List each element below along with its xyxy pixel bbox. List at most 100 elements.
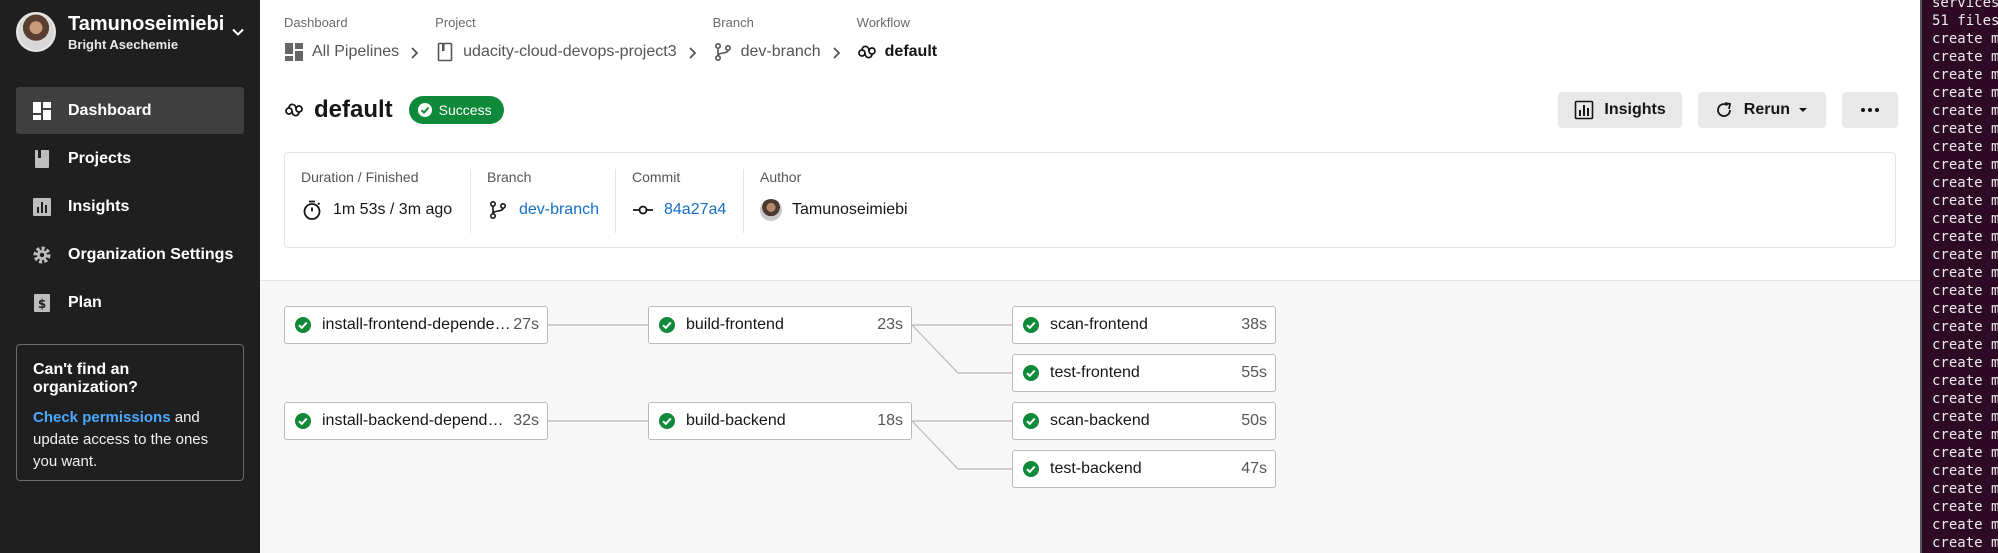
author-section: Author Tamunoseimiebi [744,169,944,233]
sidebar-item-label: Projects [68,149,132,167]
project-link[interactable]: udacity-cloud-devops-project3 [435,42,677,62]
sidebar: Tamunoseimiebi Bright Asechemie Dashboar… [0,0,260,553]
terminal-line: create m [1932,211,1998,227]
terminal-line: create m [1932,481,1998,497]
user-name: Tamunoseimiebi [68,12,225,35]
more-options-button[interactable] [1842,92,1898,128]
check-circle-icon [1023,413,1039,429]
terminal-line: create m [1932,355,1998,371]
branch-section: Branch dev-branch [471,169,616,233]
terminal-line: create m [1932,283,1998,299]
terminal-line: create m [1932,499,1998,515]
commit-section: Commit 84a27a4 [616,169,744,233]
terminal-line: create m [1932,265,1998,281]
job-scan-backend[interactable]: scan-backend 50s [1012,402,1276,440]
job-install-backend-dependencies[interactable]: install-backend-dependencies 32s [284,402,548,440]
status-badge: Success [408,96,504,124]
job-scan-frontend[interactable]: scan-frontend 38s [1012,306,1276,344]
dashboard-icon [32,101,52,121]
terminal-line: create m [1932,229,1998,245]
terminal-line: create m [1932,103,1998,119]
branch-link[interactable]: dev-branch [487,199,599,221]
workflow-info-card: Duration / Finished 1m 53s / 3m ago Bran… [284,152,1896,248]
user-subtitle: Bright Asechemie [68,36,179,52]
page-title: default [314,96,393,123]
sidebar-item-label: Insights [68,197,130,215]
check-permissions-link[interactable]: Check permissions [33,409,171,426]
sidebar-nav: Dashboard Projects Insights Organization… [16,87,244,327]
sidebar-item-label: Organization Settings [68,245,234,263]
terminal-line: create m [1932,139,1998,155]
sidebar-item-label: Dashboard [68,101,152,119]
terminal-line: create m [1932,445,1998,461]
check-circle-icon [417,103,432,117]
job-test-frontend[interactable]: test-frontend 55s [1012,354,1276,392]
sidebar-item-plan[interactable]: $ Plan [16,279,244,326]
sidebar-item-insights[interactable]: Insights [16,183,244,230]
plan-icon: $ [32,293,52,313]
terminal-line: create m [1932,193,1998,209]
sidebar-item-label: Plan [68,293,102,311]
terminal-line: create m [1932,337,1998,353]
chevron-right-icon [409,15,425,62]
workflow-icon [857,42,877,62]
terminal-line: create m [1932,175,1998,191]
check-circle-icon [1023,317,1039,333]
user-menu[interactable]: Tamunoseimiebi Bright Asechemie [16,12,248,52]
sidebar-item-organization-settings[interactable]: Organization Settings [16,231,244,278]
terminal-line: create m [1932,121,1998,137]
workflow-header: Dashboard All Pipelines Project udacity-… [260,0,1920,281]
help-text: Check permissions and update access to t… [33,409,209,470]
terminal-line: create m [1932,463,1998,479]
job-test-backend[interactable]: test-backend 47s [1012,450,1276,488]
chevron-right-icon [687,15,703,62]
terminal-line: create m [1932,31,1998,47]
all-pipelines-link[interactable]: All Pipelines [284,42,399,62]
rerun-icon [1716,102,1731,117]
job-build-backend[interactable]: build-backend 18s [648,402,912,440]
avatar [760,199,782,221]
workflow-link[interactable]: default [857,42,937,62]
terminal-line: create m [1932,85,1998,101]
terminal-line: services [1932,0,1998,11]
breadcrumb-branch: Branch dev-branch [712,15,821,62]
duration-section: Duration / Finished 1m 53s / 3m ago [285,169,471,233]
job-install-frontend-dependencies[interactable]: install-frontend-dependencies 27s [284,306,548,344]
commit-link[interactable]: 84a27a4 [632,199,727,221]
job-build-frontend[interactable]: build-frontend 23s [648,306,912,344]
branch-icon [487,199,509,221]
svg-text:$: $ [38,297,46,311]
check-circle-icon [295,413,311,429]
stopwatch-icon [301,199,323,221]
insights-button[interactable]: Insights [1558,92,1682,128]
sidebar-item-projects[interactable]: Projects [16,135,244,182]
terminal-line: create m [1932,49,1998,65]
insights-icon [32,197,52,217]
check-circle-icon [1023,365,1039,381]
terminal-line: create m [1932,517,1998,533]
chevron-right-icon [831,15,847,62]
title-row: default Success [284,96,504,124]
breadcrumb-project: Project udacity-cloud-devops-project3 [435,15,677,62]
breadcrumb-dashboard: Dashboard All Pipelines [284,15,400,62]
branch-icon [713,42,733,62]
dashboard-icon [284,42,304,62]
chevron-down-icon[interactable] [228,22,248,42]
check-circle-icon [295,317,311,333]
terminal-line: create m [1932,319,1998,335]
terminal-line: create m [1932,301,1998,317]
check-circle-icon [659,413,675,429]
breadcrumb: Dashboard All Pipelines Project udacity-… [284,15,937,62]
sidebar-item-dashboard[interactable]: Dashboard [16,87,244,134]
terminal-line: create m [1932,247,1998,263]
branch-link[interactable]: dev-branch [713,42,821,62]
terminal-line: create m [1932,409,1998,425]
terminal-window[interactable]: services 51 files create m create m create m… [1920,0,1998,553]
rerun-button[interactable]: Rerun [1697,92,1826,128]
caret-down-icon [1799,108,1807,112]
more-horizontal-icon [1861,108,1879,112]
gear-icon [32,245,52,265]
org-help-box: Can't find an organization? Check permis… [16,344,244,481]
terminal-line: create m [1932,373,1998,389]
terminal-line: create m [1932,157,1998,173]
